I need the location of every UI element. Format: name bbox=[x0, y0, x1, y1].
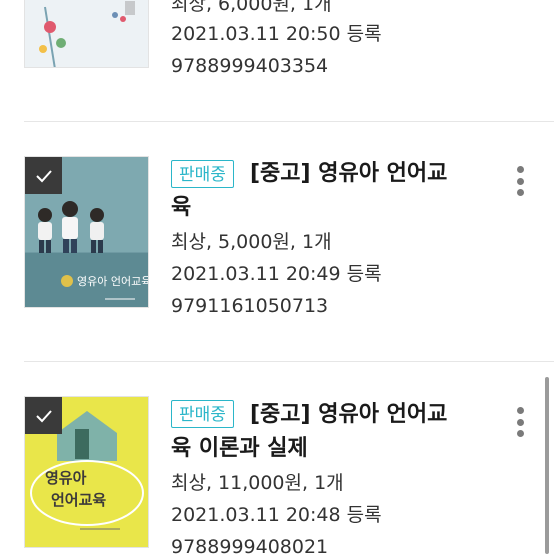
isbn: 9788999408021 bbox=[171, 536, 329, 558]
selected-check[interactable] bbox=[25, 397, 62, 434]
cover-title-line2: 언어교육 bbox=[51, 491, 106, 509]
selected-check[interactable] bbox=[25, 157, 62, 194]
listing-title-continued[interactable]: 육 bbox=[171, 190, 191, 226]
status-badge: 판매중 bbox=[171, 400, 234, 428]
more-vertical-icon[interactable] bbox=[512, 166, 528, 196]
price-condition: 최상, 11,000원, 1개 bbox=[171, 472, 344, 494]
isbn: 9791161050713 bbox=[171, 295, 329, 317]
status-badge: 판매중 bbox=[171, 160, 234, 188]
listing-title[interactable]: [중고] 영유아 언어교 bbox=[250, 156, 480, 192]
listing-title-continued[interactable]: 육 이론과 실제 bbox=[171, 431, 308, 467]
divider bbox=[24, 121, 554, 122]
scrollbar[interactable] bbox=[545, 377, 549, 554]
cover-title: 영유아 언어교육 bbox=[77, 275, 149, 288]
registered-date: 2021.03.11 20:50 등록 bbox=[171, 23, 382, 45]
registered-date: 2021.03.11 20:48 등록 bbox=[171, 504, 382, 526]
book-cover-thumbnail[interactable]: 영유아 언어교육 bbox=[24, 396, 149, 548]
check-icon bbox=[35, 409, 52, 422]
registered-date: 2021.03.11 20:49 등록 bbox=[171, 263, 382, 285]
price-condition: 최상, 5,000원, 1개 bbox=[171, 231, 332, 253]
price-condition: 최상, 6,000원, 1개 bbox=[171, 0, 332, 15]
book-cover-thumbnail[interactable] bbox=[24, 0, 149, 68]
isbn: 9788999403354 bbox=[171, 55, 329, 77]
more-vertical-icon[interactable] bbox=[512, 407, 528, 437]
book-cover-art bbox=[25, 0, 148, 67]
check-icon bbox=[35, 169, 52, 182]
listing-title[interactable]: [중고] 영유아 언어교 bbox=[250, 397, 480, 433]
divider bbox=[24, 361, 554, 362]
cover-title-line1: 영유아 bbox=[45, 469, 87, 487]
book-cover-thumbnail[interactable]: 영유아 언어교육 bbox=[24, 156, 149, 308]
